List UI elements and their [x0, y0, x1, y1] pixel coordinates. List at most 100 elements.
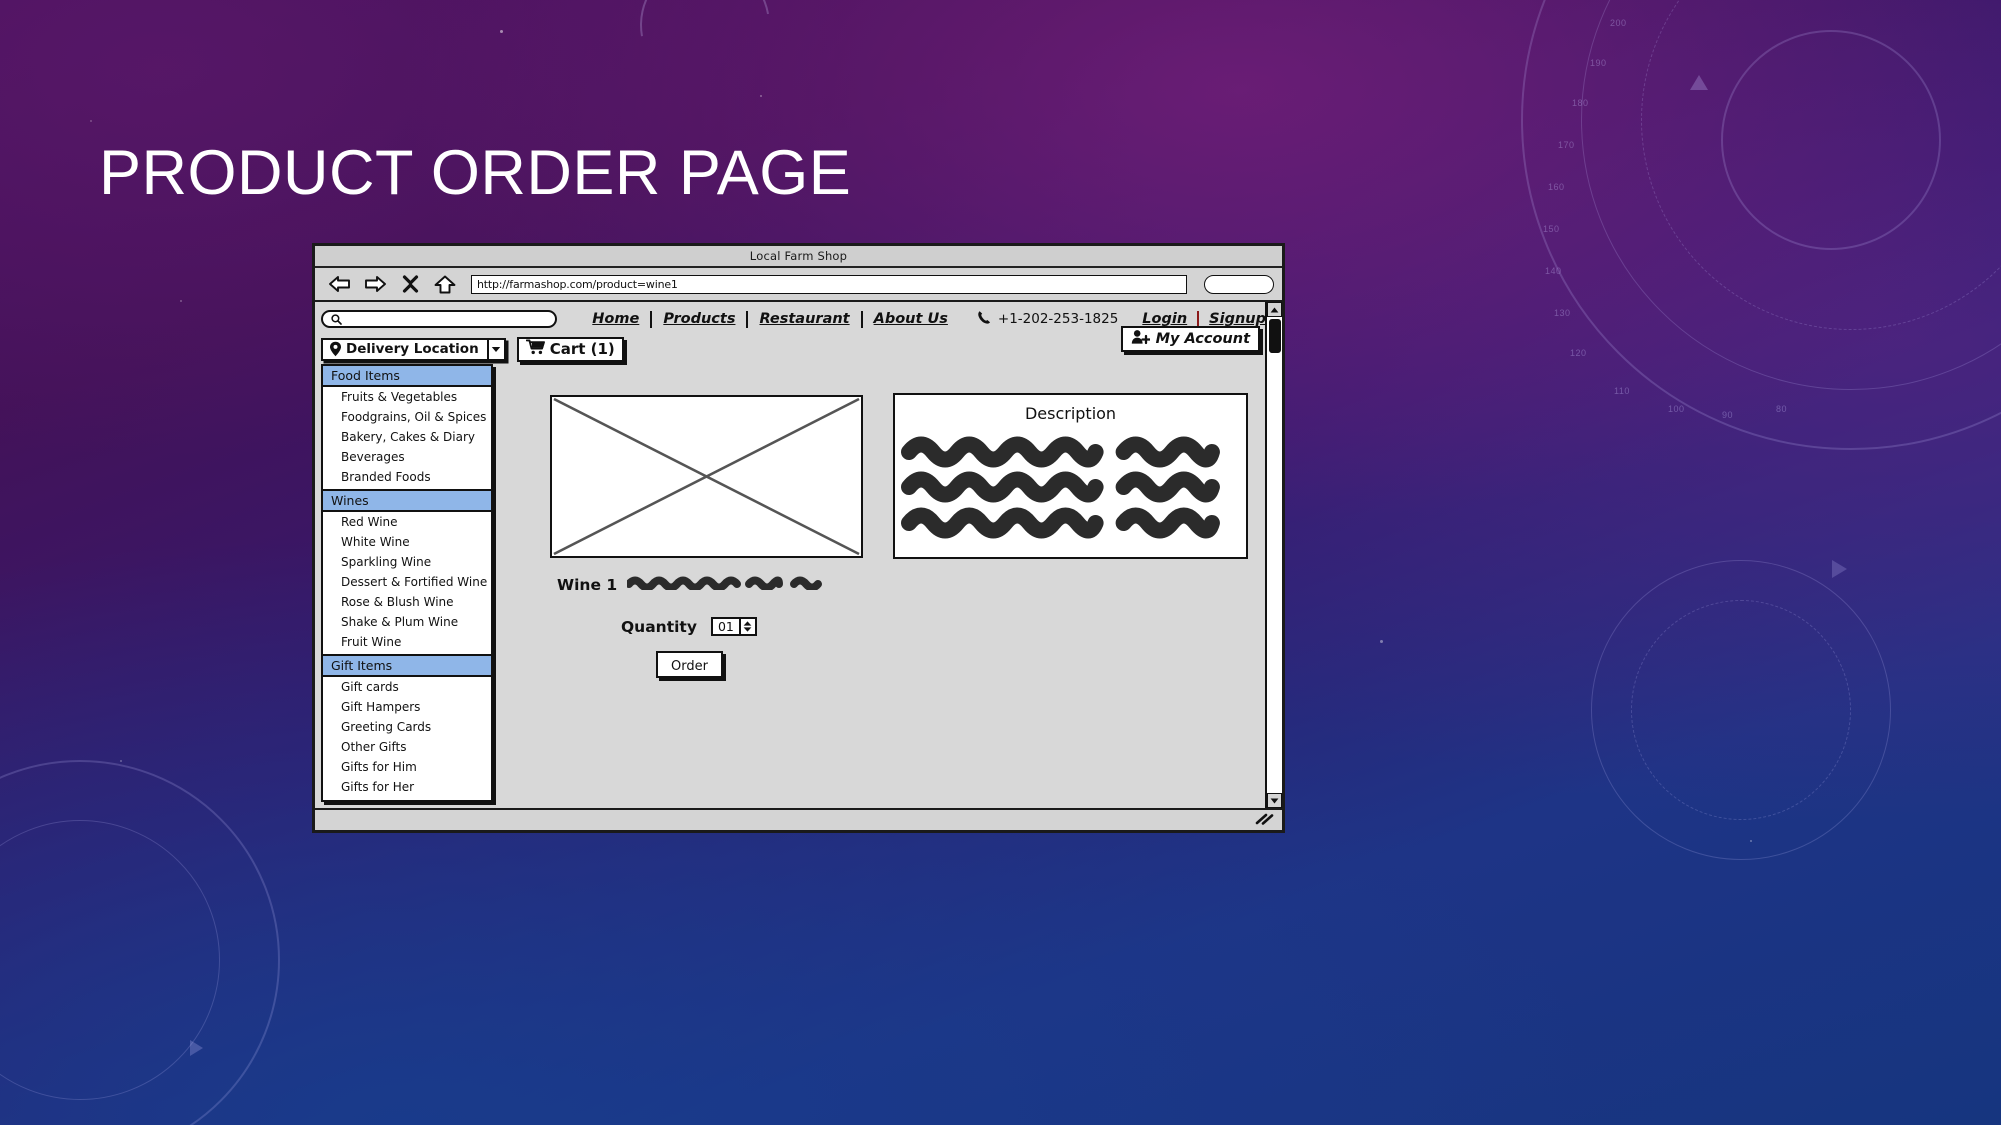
- sidebar-item-white-wine[interactable]: White Wine: [323, 532, 491, 552]
- forward-arrow-icon[interactable]: [362, 273, 388, 295]
- sidebar-item-sparkling-wine[interactable]: Sparkling Wine: [323, 552, 491, 572]
- sidebar-item-greeting-cards[interactable]: Greeting Cards: [323, 717, 491, 737]
- sidebar-group-header-gift-items[interactable]: Gift Items: [323, 654, 491, 677]
- sidebar-item-fruits-vegetables[interactable]: Fruits & Vegetables: [323, 387, 491, 407]
- sidebar-group-food-items: Food Items Fruits & Vegetables Foodgrain…: [323, 366, 491, 489]
- shopping-cart-icon: [525, 339, 545, 359]
- decorative-tick-label: 200: [1610, 18, 1627, 28]
- order-button[interactable]: Order: [656, 651, 723, 678]
- description-panel: Description: [893, 393, 1248, 559]
- search-input[interactable]: [321, 310, 558, 329]
- scrollbar-thumb[interactable]: [1269, 319, 1281, 353]
- site-nav: Home Products Restaurant About Us: [581, 310, 959, 328]
- browser-window-mockup: Local Farm Shop http://farmashop.com/pro…: [312, 243, 1285, 833]
- sidebar-group-wines: Wines Red Wine White Wine Sparkling Wine…: [323, 489, 491, 654]
- my-account-label: My Account: [1155, 331, 1250, 347]
- sidebar-item-shake-plum-wine[interactable]: Shake & Plum Wine: [323, 612, 491, 632]
- sidebar-item-gifts-for-him[interactable]: Gifts for Him: [323, 757, 491, 777]
- chevron-down-icon[interactable]: [486, 339, 504, 359]
- page-body: Food Items Fruits & Vegetables Foodgrain…: [315, 364, 1282, 808]
- sidebar-group-header-food-items[interactable]: Food Items: [323, 366, 491, 387]
- browser-search-pill[interactable]: [1204, 274, 1274, 294]
- quantity-stepper[interactable]: 01: [710, 617, 757, 636]
- decorative-tick-label: 160: [1548, 182, 1565, 192]
- close-x-icon[interactable]: [397, 273, 423, 295]
- cart-button[interactable]: Cart (1): [516, 336, 624, 362]
- decorative-tick-label: 170: [1558, 140, 1575, 150]
- delivery-location-label: Delivery Location: [346, 341, 479, 357]
- decorative-triangle: [1832, 560, 1847, 578]
- my-account-button[interactable]: My Account: [1120, 326, 1260, 352]
- decorative-tick-label: 80: [1776, 404, 1788, 414]
- sidebar-item-fruit-wine[interactable]: Fruit Wine: [323, 632, 491, 654]
- sidebar-item-foodgrains-oil-spices[interactable]: Foodgrains, Oil & Spices: [323, 407, 491, 427]
- site-subheader: Delivery Location Cart (1) My Account: [315, 326, 1282, 364]
- map-pin-icon: [323, 341, 342, 357]
- sidebar-item-branded-foods[interactable]: Branded Foods: [323, 467, 491, 489]
- order-button-label: Order: [671, 659, 708, 674]
- decorative-ring: [1721, 30, 1941, 250]
- url-bar[interactable]: http://farmashop.com/product=wine1: [471, 274, 1187, 294]
- resize-grip-icon[interactable]: [1254, 811, 1276, 830]
- vertical-scrollbar[interactable]: [1265, 302, 1282, 808]
- product-title-row: Wine 1: [557, 575, 823, 594]
- sidebar-group-gift-items: Gift Items Gift cards Gift Hampers Greet…: [323, 654, 491, 800]
- decorative-triangle: [1690, 75, 1708, 90]
- browser-toolbar: http://farmashop.com/product=wine1: [315, 268, 1282, 302]
- sidebar-item-rose-blush-wine[interactable]: Rose & Blush Wine: [323, 592, 491, 612]
- scrollbar-up-button[interactable]: [1267, 302, 1282, 317]
- triangle-down-icon: [743, 627, 752, 632]
- back-arrow-icon[interactable]: [327, 273, 353, 295]
- browser-window-title: Local Farm Shop: [749, 249, 848, 263]
- decorative-tick-label: 130: [1554, 308, 1571, 318]
- sidebar-item-bakery-cakes-diary[interactable]: Bakery, Cakes & Diary: [323, 427, 491, 447]
- triangle-up-icon: [743, 621, 752, 626]
- decorative-tick-label: 90: [1722, 410, 1734, 420]
- url-text: http://farmashop.com/product=wine1: [477, 277, 678, 291]
- nav-link-restaurant[interactable]: Restaurant: [748, 311, 860, 327]
- product-content-area: Wine 1 Quantity 01 Order Description: [493, 364, 1282, 808]
- description-title: Description: [1024, 404, 1117, 423]
- sidebar-item-other-gifts[interactable]: Other Gifts: [323, 737, 491, 757]
- decorative-arc: [614, 0, 796, 116]
- sidebar-item-gift-hampers[interactable]: Gift Hampers: [323, 697, 491, 717]
- nav-link-about-us[interactable]: About Us: [863, 311, 959, 327]
- decorative-triangle: [190, 1040, 203, 1056]
- phone-block: +1-202-253-1825: [977, 310, 1118, 329]
- sidebar-item-dessert-fortified-wine[interactable]: Dessert & Fortified Wine: [323, 572, 491, 592]
- scrollbar-down-button[interactable]: [1267, 793, 1282, 808]
- product-image-placeholder[interactable]: [550, 395, 863, 558]
- decorative-tick-label: 150: [1543, 224, 1560, 234]
- decorative-tick-label: 120: [1570, 348, 1587, 358]
- cart-label: Cart (1): [549, 340, 615, 358]
- nav-link-products[interactable]: Products: [652, 311, 746, 327]
- sidebar-item-gift-cards[interactable]: Gift cards: [323, 677, 491, 697]
- sidebar-item-gifts-for-her[interactable]: Gifts for Her: [323, 777, 491, 800]
- product-name: Wine 1: [557, 575, 618, 594]
- phone-icon: [977, 310, 991, 329]
- search-icon: [331, 310, 342, 329]
- product-name-scribble: [625, 575, 823, 594]
- phone-number: +1-202-253-1825: [997, 311, 1119, 327]
- sidebar-group-header-wines[interactable]: Wines: [323, 489, 491, 512]
- auth-block: Login Signup: [1132, 310, 1276, 328]
- browser-titlebar: Local Farm Shop: [315, 246, 1282, 268]
- decorative-ring: [1631, 600, 1851, 820]
- quantity-label: Quantity: [621, 617, 697, 636]
- delivery-location-dropdown[interactable]: Delivery Location: [321, 337, 506, 361]
- description-scribble-body: [895, 435, 1246, 544]
- decorative-tick-label: 190: [1590, 58, 1607, 68]
- decorative-tick-label: 110: [1614, 386, 1630, 396]
- home-icon[interactable]: [432, 273, 458, 295]
- category-sidebar: Food Items Fruits & Vegetables Foodgrain…: [321, 364, 493, 802]
- decorative-tick-label: 100: [1668, 404, 1685, 414]
- browser-statusbar: [315, 810, 1282, 830]
- quantity-value[interactable]: 01: [713, 619, 739, 634]
- user-add-icon: [1131, 329, 1151, 349]
- quantity-spin-buttons[interactable]: [738, 619, 755, 634]
- sidebar-item-beverages[interactable]: Beverages: [323, 447, 491, 467]
- nav-link-home[interactable]: Home: [581, 311, 650, 327]
- sidebar-item-red-wine[interactable]: Red Wine: [323, 512, 491, 532]
- login-link[interactable]: Login: [1132, 311, 1197, 327]
- page-viewport: Home Products Restaurant About Us +1-202…: [315, 302, 1282, 810]
